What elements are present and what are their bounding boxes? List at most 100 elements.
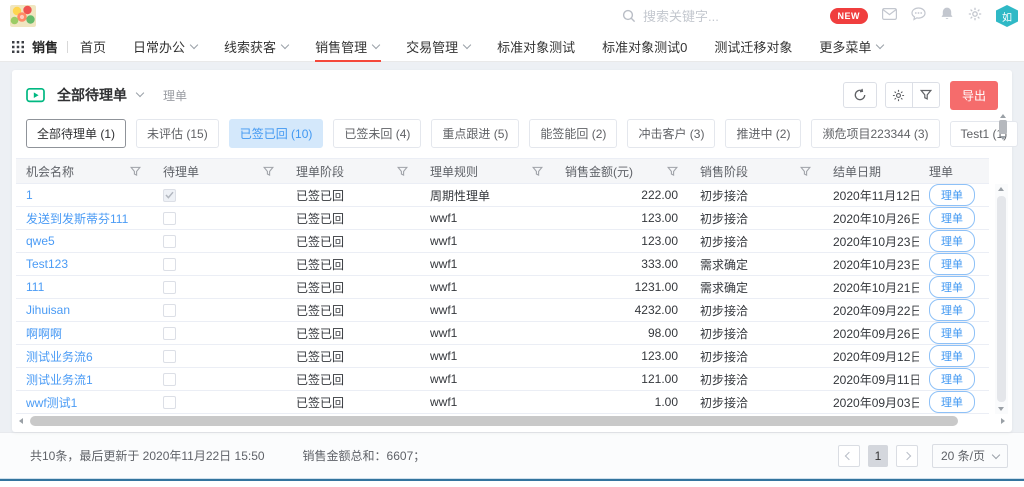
column-header[interactable]: 理单规则 — [420, 159, 555, 183]
prev-page-button[interactable] — [838, 445, 860, 467]
chat-icon[interactable] — [911, 7, 926, 26]
order-rule-cell: wwf1 — [420, 368, 555, 390]
funnel-filter-icon[interactable] — [397, 166, 408, 177]
vertical-scrollbar[interactable] — [995, 184, 1008, 414]
inbox-icon[interactable] — [882, 7, 897, 25]
opportunity-link[interactable]: wwf测试1 — [26, 394, 77, 411]
nav-item-更多菜单[interactable]: 更多菜单 — [819, 32, 883, 62]
funnel-filter-icon[interactable] — [667, 166, 678, 177]
page-size-select[interactable]: 20 条/页 — [932, 444, 1008, 468]
scroll-down-icon[interactable] — [1000, 136, 1006, 140]
action-cell: 理单 — [919, 322, 989, 344]
search-input[interactable] — [643, 9, 793, 24]
new-badge[interactable]: NEW — [830, 8, 869, 24]
opportunity-link[interactable]: 发送到发斯蒂芬111 — [26, 210, 128, 227]
next-page-button[interactable] — [896, 445, 918, 467]
nav-item-线索获客[interactable]: 线索获客 — [224, 32, 288, 62]
filter-chip[interactable]: 重点跟进 (5) — [431, 119, 519, 148]
pending-checkbox[interactable] — [163, 327, 176, 340]
global-search[interactable] — [622, 0, 793, 32]
filter-chip[interactable]: 能签能回 (2) — [529, 119, 617, 148]
opportunity-link[interactable]: 1 — [26, 188, 33, 202]
scroll-up-icon[interactable] — [1000, 114, 1006, 118]
filter-chip[interactable]: 推进中 (2) — [725, 119, 801, 148]
filter-button[interactable] — [912, 82, 940, 108]
scroll-right-icon[interactable] — [1001, 418, 1005, 424]
funnel-filter-icon[interactable] — [800, 166, 811, 177]
scroll-thumb[interactable] — [999, 120, 1007, 134]
handle-order-button[interactable]: 理单 — [929, 230, 975, 252]
chips-scrollbar[interactable] — [997, 114, 1009, 140]
funnel-filter-icon[interactable] — [263, 166, 274, 177]
pending-checkbox[interactable] — [163, 212, 176, 225]
view-selector[interactable]: 全部待理单 — [57, 85, 127, 105]
handle-order-button[interactable]: 理单 — [929, 299, 975, 321]
opportunity-name-cell: 测试业务流6 — [16, 345, 153, 367]
column-header[interactable]: 销售阶段 — [690, 159, 823, 183]
pending-checkbox[interactable] — [163, 281, 176, 294]
horizontal-scrollbar[interactable] — [18, 416, 1006, 426]
nav-item-标准对象测试[interactable]: 标准对象测试 — [497, 32, 575, 62]
scroll-thumb[interactable] — [997, 196, 1006, 402]
filter-chip[interactable]: 冲击客户 (3) — [627, 119, 715, 148]
filter-chip[interactable]: 已签已回 (10) — [229, 119, 324, 148]
opportunity-link[interactable]: 测试业务流1 — [26, 371, 93, 388]
nav-item-日常办公[interactable]: 日常办公 — [133, 32, 197, 62]
filter-chip[interactable]: 未评估 (15) — [136, 119, 219, 148]
column-header[interactable]: 销售金额(元) — [555, 159, 690, 183]
scroll-down-icon[interactable] — [998, 407, 1004, 411]
filter-chip[interactable]: 已签未回 (4) — [333, 119, 421, 148]
handle-order-button[interactable]: 理单 — [929, 184, 975, 206]
scroll-left-icon[interactable] — [19, 418, 23, 424]
sales-amount-cell: 123.00 — [555, 207, 690, 229]
column-header[interactable]: 待理单 — [153, 159, 286, 183]
filter-chip[interactable]: 全部待理单 (1) — [26, 119, 126, 148]
pending-checkbox[interactable] — [163, 258, 176, 271]
handle-order-button[interactable]: 理单 — [929, 368, 975, 390]
pending-checkbox[interactable] — [163, 189, 176, 202]
scroll-thumb[interactable] — [30, 416, 958, 426]
nav-item-标准对象测试0[interactable]: 标准对象测试0 — [602, 32, 687, 62]
handle-order-button[interactable]: 理单 — [929, 391, 975, 413]
nav-item-销售管理[interactable]: 销售管理 — [315, 32, 379, 62]
nav-item-测试迁移对象[interactable]: 测试迁移对象 — [714, 32, 792, 62]
main-area: 全部待理单 理单 — [0, 62, 1024, 432]
app-grid-icon[interactable] — [12, 41, 24, 53]
export-button[interactable]: 导出 — [950, 81, 998, 110]
nav-item-首页[interactable]: 首页 — [80, 32, 106, 62]
opportunity-link[interactable]: 111 — [26, 280, 44, 294]
column-header[interactable]: 理单 — [919, 159, 989, 183]
pending-checkbox[interactable] — [163, 350, 176, 363]
column-header[interactable]: 机会名称 — [16, 159, 153, 183]
funnel-filter-icon[interactable] — [532, 166, 543, 177]
handle-order-button[interactable]: 理单 — [929, 276, 975, 298]
pending-checkbox[interactable] — [163, 396, 176, 409]
opportunity-link[interactable]: Jihuisan — [26, 303, 70, 317]
current-page[interactable]: 1 — [868, 445, 888, 467]
refresh-button[interactable] — [843, 82, 877, 108]
handle-order-button[interactable]: 理单 — [929, 207, 975, 229]
scroll-up-icon[interactable] — [998, 187, 1004, 191]
opportunity-link[interactable]: Test123 — [26, 257, 68, 271]
navbar: 销售 首页日常办公线索获客销售管理交易管理标准对象测试标准对象测试0测试迁移对象… — [0, 32, 1024, 62]
funnel-filter-icon[interactable] — [130, 166, 141, 177]
handle-order-button[interactable]: 理单 — [929, 345, 975, 367]
handle-order-button[interactable]: 理单 — [929, 253, 975, 275]
pending-checkbox[interactable] — [163, 235, 176, 248]
filter-chip[interactable]: 濒危项目223344 (3) — [811, 119, 939, 148]
opportunity-link[interactable]: qwe5 — [26, 234, 55, 248]
opportunity-link[interactable]: 啊啊啊 — [26, 325, 62, 342]
app-logo[interactable] — [10, 5, 36, 27]
user-avatar[interactable]: 如 — [996, 5, 1018, 27]
pending-checkbox[interactable] — [163, 304, 176, 317]
column-header[interactable]: 结单日期 — [823, 159, 919, 183]
chevron-down-icon[interactable] — [136, 89, 144, 97]
settings-button[interactable] — [885, 82, 913, 108]
opportunity-link[interactable]: 测试业务流6 — [26, 348, 93, 365]
gear-icon[interactable] — [968, 7, 982, 26]
bell-icon[interactable] — [940, 6, 954, 26]
nav-item-交易管理[interactable]: 交易管理 — [406, 32, 470, 62]
column-header[interactable]: 理单阶段 — [286, 159, 420, 183]
pending-checkbox[interactable] — [163, 373, 176, 386]
handle-order-button[interactable]: 理单 — [929, 322, 975, 344]
